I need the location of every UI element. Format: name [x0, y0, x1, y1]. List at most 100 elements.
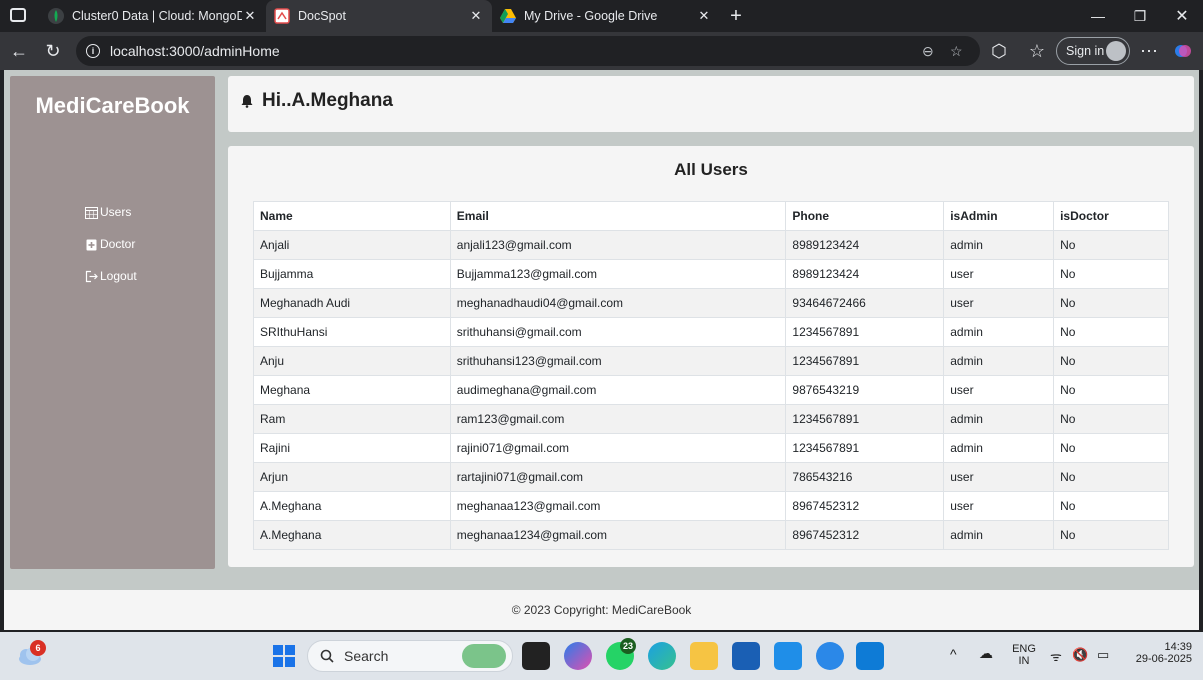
- myhp-icon[interactable]: [774, 642, 802, 670]
- cell-isdoctor: No: [1053, 317, 1169, 347]
- restore-icon[interactable]: ❐: [1118, 0, 1162, 32]
- cell-isadmin: user: [943, 259, 1055, 289]
- cell-isdoctor: No: [1053, 230, 1169, 260]
- search-placeholder: Search: [344, 648, 389, 664]
- cell-isdoctor: No: [1053, 520, 1169, 550]
- tab-docspot[interactable]: DocSpot ✕: [266, 0, 492, 32]
- table-row: Bujjamma Bujjamma123@gmail.com 8989123424 u…: [253, 259, 1169, 289]
- start-icon[interactable]: [270, 642, 298, 670]
- tab-actions-icon[interactable]: [10, 8, 26, 22]
- mongodb-leaf-icon: [48, 8, 64, 24]
- site-info-icon[interactable]: i: [86, 44, 100, 58]
- table-row: Meghana audimeghana@gmail.com 9876543219 us…: [253, 375, 1169, 405]
- clock[interactable]: 14:39 29-06-2025: [1122, 641, 1192, 665]
- sidebar-item-label: Users: [100, 205, 132, 219]
- back-icon[interactable]: ←: [8, 40, 30, 62]
- tab-mongodb[interactable]: Cluster0 Data | Cloud: MongoDB ✕: [40, 0, 266, 32]
- taskbar-search[interactable]: Search: [307, 640, 513, 672]
- column-header-isadmin: isAdmin: [943, 201, 1055, 231]
- cell-email: meghanaa123@gmail.com: [449, 491, 787, 521]
- close-tab-icon[interactable]: ✕: [242, 8, 258, 24]
- windows-taskbar: 6 Search 23 ^ ☁ ENG IN ᯤ 🔇 ▭ 14:39 29-06…: [0, 632, 1203, 680]
- sidebar-item-users[interactable]: Users: [85, 202, 131, 222]
- zoom-icon[interactable]: ⊖: [922, 43, 934, 60]
- reload-icon[interactable]: ↻: [42, 40, 64, 62]
- column-header-phone: Phone: [785, 201, 945, 231]
- table-row: Ram ram123@gmail.com 1234567891 admin No: [253, 404, 1169, 434]
- cell-phone: 1234567891: [785, 346, 945, 376]
- notification-bell-icon[interactable]: [240, 94, 254, 108]
- wifi-icon[interactable]: ᯤ: [1050, 647, 1062, 665]
- tab-google-drive[interactable]: My Drive - Google Drive ✕: [492, 0, 720, 32]
- sidebar-item-label: Doctor: [100, 237, 136, 251]
- avatar-icon: [1106, 41, 1126, 61]
- weather-badge: 6: [30, 640, 46, 656]
- page-title: All Users: [674, 160, 748, 179]
- cell-name: Meghana: [253, 375, 451, 405]
- header-card: Hi..A.Meghana: [228, 76, 1194, 132]
- language-indicator[interactable]: ENG IN: [1008, 643, 1040, 667]
- sign-in-button[interactable]: Sign in: [1056, 37, 1130, 65]
- favorites-icon[interactable]: ☆: [1026, 40, 1048, 62]
- sidebar-item-doctor[interactable]: Doctor: [85, 234, 135, 254]
- cell-isdoctor: No: [1053, 375, 1169, 405]
- greeting: Hi..A.Meghana: [240, 90, 393, 112]
- footer: © 2023 Copyright: MediCareBook: [4, 590, 1199, 630]
- new-tab-button[interactable]: +: [724, 4, 748, 28]
- close-window-icon[interactable]: ✕: [1160, 0, 1203, 32]
- volume-muted-icon[interactable]: 🔇: [1072, 647, 1088, 663]
- cell-name: SRIthuHansi: [253, 317, 451, 347]
- all-users-card: All Users Name Email Phone isAdmin isDoc…: [228, 146, 1194, 567]
- cell-phone: 1234567891: [785, 433, 945, 463]
- onedrive-icon[interactable]: ☁: [979, 645, 993, 662]
- cell-phone: 786543216: [785, 462, 945, 492]
- table-row: Arjun rartajini071@gmail.com 786543216 user…: [253, 462, 1169, 492]
- url-text[interactable]: localhost:3000/adminHome: [110, 43, 280, 59]
- language-region: IN: [1018, 655, 1030, 667]
- close-tab-icon[interactable]: ✕: [696, 8, 712, 24]
- more-menu-icon[interactable]: ⋯: [1138, 40, 1160, 62]
- users-table: Name Email Phone isAdmin isDoctor Anjali…: [253, 201, 1169, 550]
- calendar-icon: [85, 206, 98, 219]
- clock-time: 14:39: [1164, 641, 1192, 653]
- cell-name: A.Meghana: [253, 520, 451, 550]
- cell-isdoctor: No: [1053, 404, 1169, 434]
- extensions-icon[interactable]: ⬡: [988, 40, 1010, 62]
- cell-phone: 93464672466: [785, 288, 945, 318]
- cell-email: audimeghana@gmail.com: [449, 375, 787, 405]
- address-bar[interactable]: i localhost:3000/adminHome ⊖ ☆: [76, 36, 980, 66]
- tray-overflow-icon[interactable]: ^: [950, 646, 957, 662]
- edge-icon[interactable]: [648, 642, 676, 670]
- file-explorer-icon[interactable]: [690, 642, 718, 670]
- cell-name: Rajini: [253, 433, 451, 463]
- browser-tab-strip: Cluster0 Data | Cloud: MongoDB ✕ DocSpot…: [0, 0, 1203, 32]
- cell-name: Ram: [253, 404, 451, 434]
- tab-title: DocSpot: [298, 9, 346, 23]
- cell-email: srithuhansi@gmail.com: [449, 317, 787, 347]
- cell-email: anjali123@gmail.com: [449, 230, 787, 260]
- sign-in-label: Sign in: [1066, 44, 1105, 58]
- sidebar-item-logout[interactable]: Logout: [85, 266, 137, 286]
- cell-email: rajini071@gmail.com: [449, 433, 787, 463]
- page-viewport: MediCareBook Users Doctor Logout Hi..A.M…: [4, 70, 1199, 630]
- battery-icon[interactable]: ▭: [1097, 647, 1109, 663]
- table-row: SRIthuHansi srithuhansi@gmail.com 12345678…: [253, 317, 1169, 347]
- microsoft-store-icon[interactable]: [732, 642, 760, 670]
- copilot-app-icon[interactable]: [564, 642, 592, 670]
- copilot-icon[interactable]: [1172, 40, 1194, 62]
- cell-phone: 9876543219: [785, 375, 945, 405]
- cell-name: Arjun: [253, 462, 451, 492]
- bookmark-star-icon[interactable]: ☆: [950, 43, 963, 60]
- docspot-favicon-icon: [274, 8, 290, 24]
- minimize-icon[interactable]: —: [1076, 0, 1120, 32]
- cell-isdoctor: No: [1053, 346, 1169, 376]
- cell-name: Bujjamma: [253, 259, 451, 289]
- help-icon[interactable]: [816, 642, 844, 670]
- cell-name: Anjali: [253, 230, 451, 260]
- cell-isadmin: admin: [943, 230, 1055, 260]
- close-tab-icon[interactable]: ✕: [468, 8, 484, 24]
- cell-name: A.Meghana: [253, 491, 451, 521]
- cell-phone: 8989123424: [785, 259, 945, 289]
- vscode-icon[interactable]: [856, 642, 884, 670]
- task-view-icon[interactable]: [522, 642, 550, 670]
